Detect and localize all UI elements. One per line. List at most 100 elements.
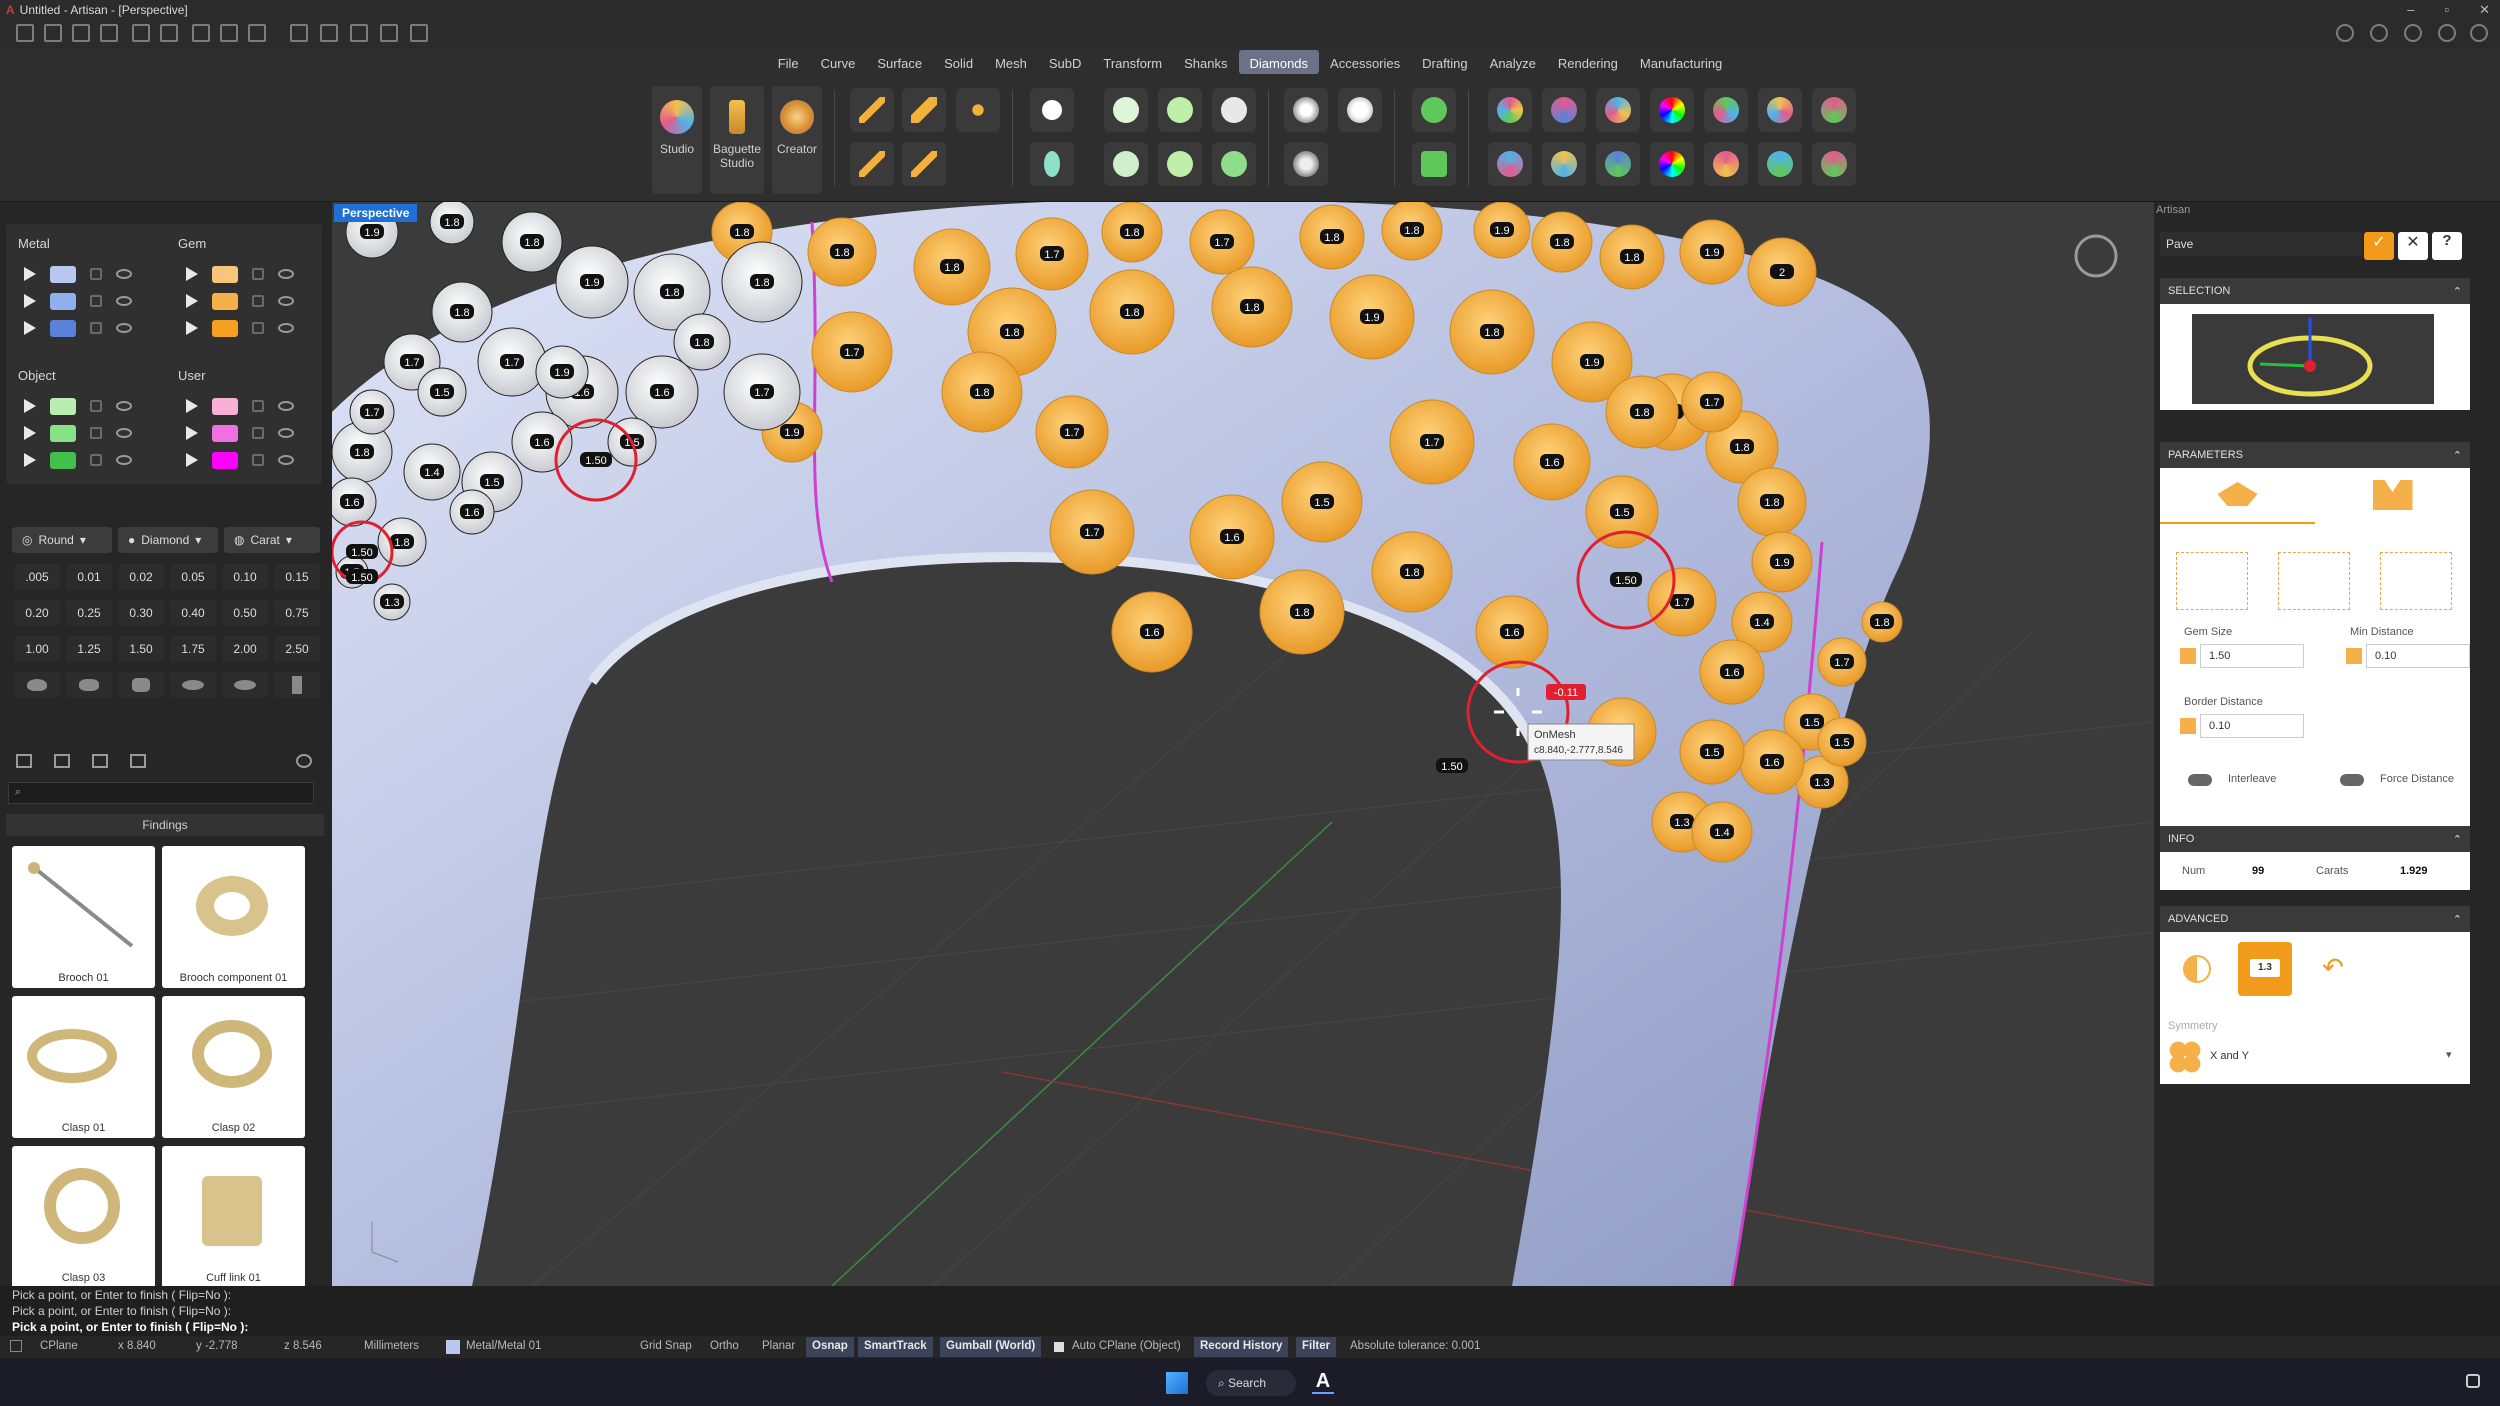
round-gem-icon[interactable] bbox=[1030, 88, 1074, 132]
gold-gem[interactable]: 1.5 bbox=[1281, 461, 1363, 543]
size-button[interactable]: 0.75 bbox=[274, 600, 320, 626]
white-gem[interactable]: 1.8 bbox=[501, 211, 563, 273]
metal-swatch-2[interactable] bbox=[50, 292, 76, 310]
library-item-clasp-01[interactable]: Clasp 01 bbox=[12, 996, 155, 1138]
gold-gem[interactable]: 1.7 bbox=[1817, 637, 1867, 687]
windows-start-icon[interactable] bbox=[1166, 1372, 1188, 1394]
size-button[interactable]: .005 bbox=[14, 564, 60, 590]
gold-gem[interactable]: 1.9 bbox=[1473, 202, 1531, 259]
panel-toggle-icon[interactable] bbox=[10, 1340, 22, 1352]
gold-gem[interactable]: 1.8 bbox=[1737, 467, 1807, 537]
gem-size-input[interactable]: 1.50 bbox=[2200, 644, 2304, 668]
analyze-1-icon[interactable] bbox=[1488, 88, 1532, 132]
tool-3-icon[interactable] bbox=[350, 24, 368, 42]
size-button[interactable]: 2.00 bbox=[222, 636, 268, 662]
undo-arrow-icon[interactable]: ↶ bbox=[2306, 942, 2360, 996]
gold-gem[interactable]: 1.7 bbox=[1049, 489, 1135, 575]
metal-swatch-3[interactable] bbox=[50, 319, 76, 337]
half-gem-button[interactable] bbox=[2170, 942, 2224, 996]
white-gem[interactable]: 1.9 bbox=[555, 245, 629, 319]
baguette-studio-button[interactable]: Baguette Studio bbox=[710, 86, 764, 194]
close-window-button[interactable]: ✕ bbox=[2479, 2, 2490, 18]
gem-layer-row[interactable] bbox=[186, 262, 294, 286]
artisan-app-icon[interactable]: A bbox=[1312, 1370, 1334, 1394]
analyze-5-icon[interactable] bbox=[1704, 88, 1748, 132]
user-layer-row[interactable] bbox=[186, 421, 294, 445]
menu-manufacturing[interactable]: Manufacturing bbox=[1629, 50, 1733, 74]
ortho-toggle[interactable]: Ortho bbox=[710, 1340, 739, 1352]
help-question-icon[interactable]: ? bbox=[2432, 232, 2462, 260]
export-icon[interactable] bbox=[248, 24, 266, 42]
white-gem[interactable]: 1.6 bbox=[625, 355, 699, 429]
menu-curve[interactable]: Curve bbox=[810, 50, 867, 74]
library-search-input[interactable]: ⌕ bbox=[8, 782, 314, 804]
user-swatch-2[interactable] bbox=[212, 424, 238, 442]
unit-dropdown[interactable]: ◍ Carat ▾ bbox=[224, 527, 320, 553]
gem-type-dropdown[interactable]: ● Diamond ▾ bbox=[118, 527, 218, 553]
gumball-toggle[interactable]: Gumball (World) bbox=[940, 1337, 1042, 1357]
size-button[interactable]: 0.15 bbox=[274, 564, 320, 590]
creator-button[interactable]: Creator bbox=[772, 86, 822, 194]
gold-gem[interactable]: 1.8 bbox=[1449, 289, 1535, 375]
analyze-6-icon[interactable] bbox=[1758, 88, 1802, 132]
cone-setting-icon[interactable] bbox=[1158, 88, 1202, 132]
settings-icon[interactable] bbox=[2404, 24, 2422, 42]
analyze-12-icon[interactable] bbox=[1704, 142, 1748, 186]
pave-grid-icon[interactable] bbox=[1338, 88, 1382, 132]
analyze-2-icon[interactable] bbox=[1542, 88, 1586, 132]
analyze-14-icon[interactable] bbox=[1812, 142, 1856, 186]
white-gem[interactable]: 1.4 bbox=[403, 443, 461, 501]
gem-cross-icon[interactable] bbox=[956, 88, 1000, 132]
bezel-setting-icon[interactable] bbox=[1104, 88, 1148, 132]
size-button[interactable]: 0.01 bbox=[66, 564, 112, 590]
metal-layer-row[interactable] bbox=[24, 316, 132, 340]
metal-layer-row[interactable] bbox=[24, 289, 132, 313]
grid-snap-toggle[interactable]: Grid Snap bbox=[640, 1340, 692, 1352]
white-gem[interactable]: 1.8 bbox=[431, 281, 493, 343]
pave-field-icon[interactable] bbox=[1284, 142, 1328, 186]
status-units[interactable]: Millimeters bbox=[364, 1340, 419, 1352]
gem-swatch-3[interactable] bbox=[212, 319, 238, 337]
gold-gem[interactable]: 2 bbox=[1747, 237, 1817, 307]
gold-gem[interactable]: 1.8 bbox=[807, 217, 877, 287]
collapse-chevron-icon[interactable]: ⌃ bbox=[2453, 449, 2462, 462]
menu-surface[interactable]: Surface bbox=[866, 50, 933, 74]
border-distance-input[interactable]: 0.10 bbox=[2200, 714, 2304, 738]
gold-gem[interactable]: 1.6 bbox=[1189, 494, 1275, 580]
planar-toggle[interactable]: Planar bbox=[762, 1340, 795, 1352]
gem-placement-marker[interactable]: 1.50 bbox=[1436, 758, 1468, 773]
gold-gem[interactable]: 1.8 bbox=[1211, 266, 1293, 348]
white-gem[interactable]: 1.6 bbox=[449, 489, 495, 535]
analyze-13-icon[interactable] bbox=[1758, 142, 1802, 186]
library-item-clasp-02[interactable]: Clasp 02 bbox=[162, 996, 305, 1138]
notification-icon[interactable] bbox=[2466, 1374, 2480, 1388]
white-gem[interactable]: 1.8 bbox=[377, 517, 427, 567]
gold-gem[interactable]: 1.7 bbox=[1189, 209, 1255, 275]
object-swatch-3[interactable] bbox=[50, 451, 76, 469]
menu-mesh[interactable]: Mesh bbox=[984, 50, 1038, 74]
size-button[interactable]: 1.00 bbox=[14, 636, 60, 662]
menu-subd[interactable]: SubD bbox=[1038, 50, 1093, 74]
gold-gem[interactable]: 1.9 bbox=[1679, 219, 1745, 285]
viewport-perspective[interactable]: 1.8 1.8 1.8 1.7 1.8 1.7 1.8 1.8 1.9 1.8 1.8 1.9 2 1.7… bbox=[332, 202, 2154, 1286]
gem-cut-2-icon[interactable] bbox=[66, 672, 112, 698]
collapse-chevron-icon[interactable]: ⌃ bbox=[2453, 913, 2462, 926]
new-file-icon[interactable] bbox=[16, 24, 34, 42]
save-icon[interactable] bbox=[192, 24, 210, 42]
size-button[interactable]: 0.50 bbox=[222, 600, 268, 626]
grid-icon[interactable] bbox=[130, 754, 146, 768]
record-history-toggle[interactable]: Record History bbox=[1194, 1337, 1289, 1357]
white-gem[interactable]: 1.7 bbox=[349, 389, 395, 435]
smarttrack-toggle[interactable]: SmartTrack bbox=[858, 1337, 933, 1357]
gem-swatch-2[interactable] bbox=[212, 292, 238, 310]
tool-5-icon[interactable] bbox=[410, 24, 428, 42]
cutter-icon[interactable] bbox=[1412, 88, 1456, 132]
symmetry-dropdown-icon[interactable]: ▾ bbox=[2446, 1048, 2452, 1061]
viewport-tab[interactable]: Perspective bbox=[334, 204, 418, 222]
advanced-section-header[interactable]: ADVANCED ⌃ bbox=[2160, 906, 2470, 932]
mode-1-button[interactable] bbox=[2176, 552, 2248, 610]
selection-box[interactable] bbox=[2160, 304, 2470, 410]
cancel-x-icon[interactable]: ✕ bbox=[2398, 232, 2428, 260]
undo-icon[interactable] bbox=[132, 24, 150, 42]
object-swatch-1[interactable] bbox=[50, 397, 76, 415]
